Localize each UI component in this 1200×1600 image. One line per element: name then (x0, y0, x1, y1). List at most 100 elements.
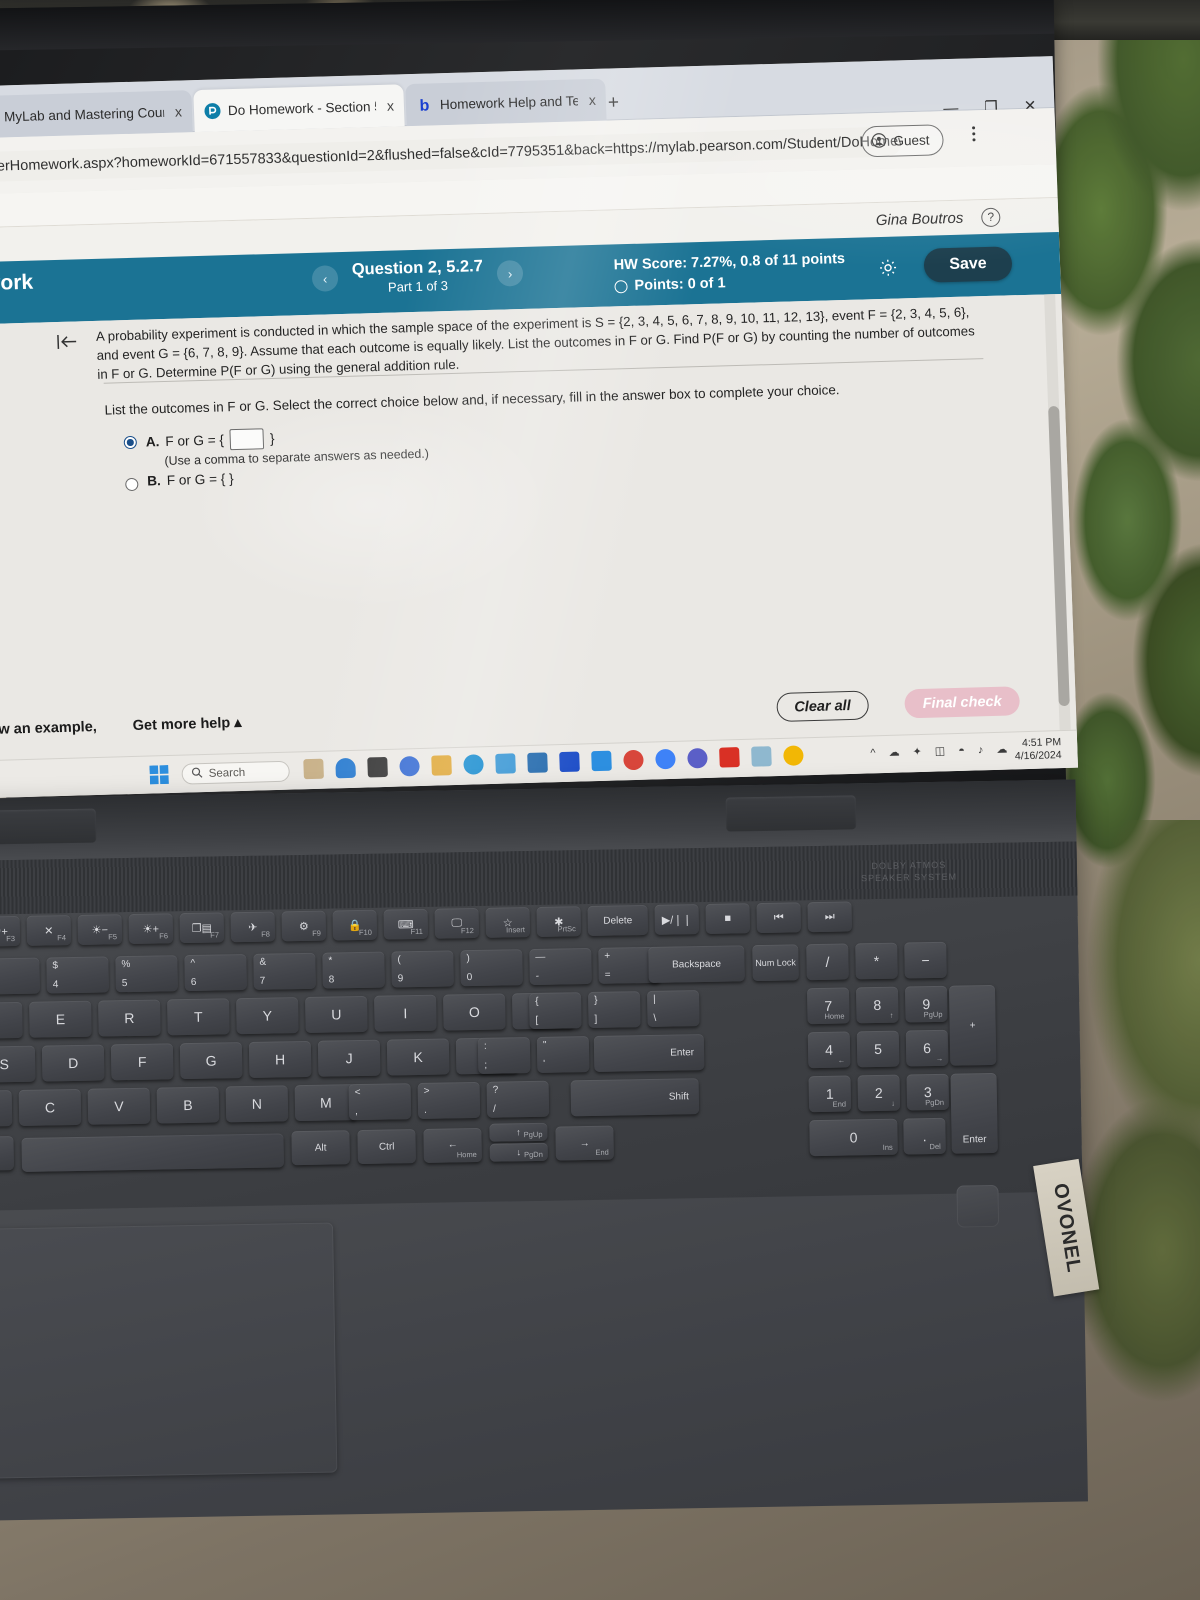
key-numpad-9[interactable]: 9 PgUp (904, 985, 948, 1023)
mail-icon[interactable] (495, 753, 516, 774)
key-numpad-minus[interactable]: − (904, 941, 947, 979)
key-fn-prtsc[interactable]: ✱ PrtSc (536, 906, 582, 937)
key-b[interactable]: B (156, 1086, 220, 1124)
key-arrow-down[interactable]: ↓ PgDn (489, 1142, 548, 1162)
key-bracket-x[interactable]: | \ (646, 990, 700, 1027)
key-numpad-dot[interactable]: . Del (903, 1117, 946, 1155)
key-fn-f8[interactable]: ✈ F8 (230, 911, 276, 943)
key-numpad-enter[interactable]: Enter (950, 1072, 998, 1154)
key-fn-delete[interactable]: Delete (587, 904, 649, 937)
key-punct-x[interactable]: " ' (536, 1036, 590, 1073)
windows-start-button[interactable] (149, 765, 169, 785)
key-fn[interactable] (0, 1136, 15, 1171)
view-an-example-link[interactable]: View an example, (0, 719, 97, 738)
onedrive-icon[interactable] (335, 757, 356, 779)
key-num-lock[interactable]: Num Lock (752, 944, 799, 982)
next-question-button[interactable]: › (496, 260, 524, 288)
key-ctrl[interactable]: Ctrl (357, 1129, 416, 1165)
browser-menu-button[interactable] (972, 126, 976, 142)
chevron-up-icon[interactable]: ^ (870, 747, 876, 759)
key-numpad-plus[interactable]: + (948, 984, 997, 1066)
key-v[interactable]: V (87, 1087, 151, 1125)
key-arrow-up[interactable]: ↑ PgUp (489, 1122, 548, 1142)
chrome-alt-icon[interactable] (655, 748, 676, 770)
file-explorer-icon[interactable] (367, 756, 388, 778)
key-arrow-left[interactable]: ← Home (423, 1127, 482, 1163)
key-4[interactable]: $4 (46, 956, 109, 994)
key-y[interactable]: Y (236, 997, 299, 1035)
key-fn-f3[interactable]: 🔊+ F3 (0, 915, 21, 947)
key-fn-f5[interactable]: ☀− F5 (77, 914, 123, 945)
settings-gear-button[interactable] (874, 253, 903, 282)
radio-choice-b[interactable] (125, 477, 139, 492)
key-bracket-x[interactable]: }] (588, 991, 641, 1029)
key-enter[interactable]: Enter (593, 1034, 705, 1072)
key-numpad-3[interactable]: 3 PgDn (906, 1073, 950, 1111)
gmail-icon[interactable] (719, 747, 740, 768)
previous-question-button[interactable]: ‹ (311, 265, 339, 293)
key-n[interactable]: N (225, 1085, 289, 1123)
page-scrollbar-thumb[interactable] (1048, 406, 1070, 707)
help-icon[interactable]: ? (980, 207, 1001, 227)
key-fn--[interactable]: ⏮ (756, 902, 801, 934)
key-numpad-1[interactable]: 1 End (808, 1075, 852, 1113)
key-fn--[interactable]: ■ (705, 903, 751, 934)
key-fn-f4[interactable]: ✕ F4 (26, 915, 72, 946)
key-9[interactable]: (9 (391, 950, 454, 988)
folder-icon[interactable] (431, 755, 452, 776)
key-space[interactable] (21, 1133, 285, 1172)
key-numpad-asterisk[interactable]: * (855, 942, 898, 980)
chrome-icon[interactable] (783, 745, 804, 766)
volume-icon[interactable]: ♪ (978, 744, 984, 756)
key-8[interactable]: * 8 (322, 951, 385, 989)
key-numpad-0[interactable]: 0 Ins (809, 1118, 898, 1157)
outlook-icon[interactable] (591, 750, 612, 772)
choice-b[interactable]: B. F or G = { } (125, 466, 430, 492)
key-numpad-8[interactable]: 8 ↑ (855, 986, 899, 1024)
key-punct-x[interactable]: <, (348, 1083, 412, 1121)
key-punct-x[interactable]: >. (417, 1081, 481, 1120)
key-fn-f6[interactable]: ☀+ F6 (128, 913, 174, 945)
store-icon[interactable] (527, 752, 548, 773)
answer-input-a[interactable] (229, 428, 265, 451)
clear-all-button[interactable]: Clear all (775, 690, 870, 723)
key-fn-f9[interactable]: ⚙ F9 (281, 910, 327, 942)
taskbar-clock[interactable]: 4:51 PM 4/16/2024 (1014, 736, 1062, 764)
key-shift-right[interactable]: Shift (570, 1078, 700, 1117)
key-punct-x[interactable]: :; (477, 1037, 531, 1074)
get-more-help-link[interactable]: Get more help ▴ (132, 715, 241, 734)
browser-tab-do-homework[interactable]: Do Homework - Section 5.2 Ho x (193, 84, 405, 133)
key-fn-f10[interactable]: 🔒 F10 (332, 909, 378, 941)
trackpad[interactable] (0, 1222, 338, 1480)
key-7[interactable]: & 7 (253, 952, 316, 990)
photos-icon[interactable] (751, 746, 772, 767)
bluetooth-icon[interactable]: ✦ (912, 745, 922, 758)
key-fn-f12[interactable]: 🖵 F12 (434, 907, 480, 939)
key-numpad-2[interactable]: 2 ↓ (857, 1074, 901, 1112)
key-fn--[interactable]: ⏭ (807, 901, 852, 933)
snip-icon[interactable] (303, 758, 324, 780)
collapse-left-icon[interactable] (56, 333, 79, 356)
key-alt-right[interactable]: Alt (291, 1130, 350, 1166)
key-3[interactable]: #3 (0, 957, 40, 995)
key-fn-f11[interactable]: ⌨ F11 (383, 908, 429, 940)
key-r[interactable]: R (98, 999, 161, 1037)
cloud-icon[interactable]: ☁ (888, 746, 899, 759)
profile-button[interactable]: Guest (860, 124, 945, 158)
key-g[interactable]: G (179, 1042, 243, 1080)
key-bracket-x[interactable]: {[ (529, 992, 582, 1030)
key-punct-x[interactable]: ? / (486, 1080, 550, 1118)
key-x[interactable]: X (0, 1090, 13, 1128)
key-u[interactable]: U (305, 995, 368, 1033)
key-numpad-4[interactable]: 4 ← (807, 1031, 851, 1069)
key-c[interactable]: C (18, 1088, 82, 1126)
key-0[interactable]: ) 0 (460, 949, 523, 987)
key-numpad-5[interactable]: 5 (856, 1030, 900, 1068)
key-t[interactable]: T (167, 998, 230, 1036)
key-i[interactable]: I (374, 994, 437, 1032)
lenovo-l-icon[interactable] (559, 751, 580, 773)
key-d[interactable]: D (41, 1044, 105, 1082)
browser-tab-homework-help[interactable]: b Homework Help and Textbook x (405, 78, 607, 127)
final-check-button[interactable]: Final check (904, 686, 1021, 719)
close-icon[interactable]: x (387, 98, 395, 114)
